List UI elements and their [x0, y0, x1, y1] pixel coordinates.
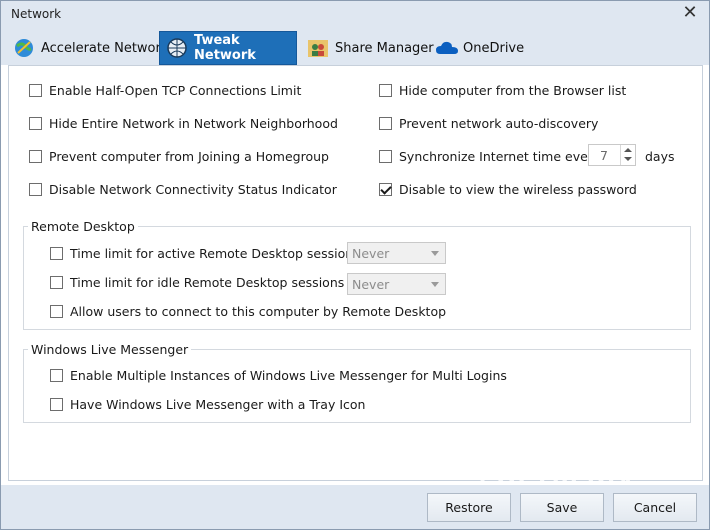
allow-remote-connect-checkbox[interactable] — [50, 305, 63, 318]
network-window: Network ✕ Accelerate Network Tweak Netwo… — [0, 0, 710, 530]
allow-remote-connect-option[interactable]: Allow users to connect to this computer … — [50, 304, 446, 319]
active-session-limit-select[interactable]: Never — [347, 242, 446, 264]
tab-share-manager[interactable]: Share Manager — [301, 31, 442, 65]
prevent-discovery-option[interactable]: Prevent network auto-discovery — [379, 116, 598, 131]
tab-accelerate-network[interactable]: Accelerate Network — [7, 31, 176, 65]
sync-days-stepper[interactable]: 7 — [588, 144, 636, 166]
tray-icon-checkbox[interactable] — [50, 398, 63, 411]
option-label: Time limit for active Remote Desktop ses… — [70, 246, 360, 261]
option-label: Hide Entire Network in Network Neighborh… — [49, 116, 338, 131]
remote-desktop-group: Remote Desktop Time limit for active Rem… — [23, 219, 691, 330]
active-session-limit-checkbox[interactable] — [50, 247, 63, 260]
idle-session-limit-select[interactable]: Never — [347, 273, 446, 295]
sync-time-option[interactable]: Synchronize Internet time every — [379, 149, 600, 164]
stepper-down-icon[interactable] — [624, 157, 632, 161]
select-value: Never — [352, 277, 390, 292]
hide-browser-option[interactable]: Hide computer from the Browser list — [379, 83, 626, 98]
restore-button[interactable]: Restore — [427, 493, 511, 522]
tab-label: Share Manager — [335, 40, 434, 56]
disable-wireless-password-option[interactable]: Disable to view the wireless password — [379, 182, 637, 197]
option-label: Synchronize Internet time every — [399, 149, 601, 164]
option-label: Prevent computer from Joining a Homegrou… — [49, 149, 329, 164]
stepper-buttons[interactable] — [620, 145, 635, 165]
multi-instances-checkbox[interactable] — [50, 369, 63, 382]
group-title: Remote Desktop — [28, 219, 138, 234]
disable-ncsi-checkbox[interactable] — [29, 183, 42, 196]
chevron-down-icon — [431, 251, 439, 256]
hide-entire-network-option[interactable]: Hide Entire Network in Network Neighborh… — [29, 116, 338, 131]
tweak-network-panel: Enable Half-Open TCP Connections Limit H… — [8, 65, 703, 481]
sync-days-unit: days — [645, 149, 675, 164]
option-label: Disable to view the wireless password — [399, 182, 637, 197]
option-label: Prevent network auto-discovery — [399, 116, 599, 131]
disable-wireless-password-checkbox[interactable] — [379, 183, 392, 196]
group-title: Windows Live Messenger — [28, 342, 192, 357]
cancel-button[interactable]: Cancel — [613, 493, 697, 522]
option-label: Disable Network Connectivity Status Indi… — [49, 182, 337, 197]
prevent-discovery-checkbox[interactable] — [379, 117, 392, 130]
sync-time-checkbox[interactable] — [379, 150, 392, 163]
tab-label: Tweak Network — [194, 33, 256, 63]
half-open-checkbox[interactable] — [29, 84, 42, 97]
multi-instances-option[interactable]: Enable Multiple Instances of Windows Liv… — [50, 368, 507, 383]
network-globe-icon — [166, 37, 188, 59]
tab-bar: Accelerate Network Tweak Network Share M… — [1, 27, 709, 65]
hide-browser-checkbox[interactable] — [379, 84, 392, 97]
tab-onedrive[interactable]: OneDrive — [429, 31, 532, 65]
users-icon — [307, 37, 329, 59]
tab-tweak-network[interactable]: Tweak Network — [159, 31, 297, 65]
window-title: Network — [11, 7, 62, 21]
messenger-group: Windows Live Messenger Enable Multiple I… — [23, 342, 691, 423]
footer-bar: Restore Save Cancel — [1, 485, 709, 529]
option-label: Enable Half-Open TCP Connections Limit — [49, 83, 302, 98]
title-bar: Network ✕ — [1, 1, 709, 27]
option-label: Allow users to connect to this computer … — [70, 304, 447, 319]
option-label: Have Windows Live Messenger with a Tray … — [70, 397, 366, 412]
option-label: Hide computer from the Browser list — [399, 83, 627, 98]
close-icon[interactable]: ✕ — [679, 3, 701, 25]
active-session-limit-option[interactable]: Time limit for active Remote Desktop ses… — [50, 246, 360, 261]
sync-days-value: 7 — [600, 148, 608, 163]
prevent-homegroup-option[interactable]: Prevent computer from Joining a Homegrou… — [29, 149, 329, 164]
tray-icon-option[interactable]: Have Windows Live Messenger with a Tray … — [50, 397, 365, 412]
half-open-option[interactable]: Enable Half-Open TCP Connections Limit — [29, 83, 301, 98]
stepper-up-icon[interactable] — [624, 148, 632, 152]
option-label: Time limit for idle Remote Desktop sessi… — [70, 275, 345, 290]
idle-session-limit-checkbox[interactable] — [50, 276, 63, 289]
tab-label: Accelerate Network — [41, 40, 169, 56]
idle-session-limit-option[interactable]: Time limit for idle Remote Desktop sessi… — [50, 275, 344, 290]
globe-icon — [13, 37, 35, 59]
chevron-down-icon — [431, 282, 439, 287]
tab-label: OneDrive — [463, 40, 525, 56]
hide-entire-network-checkbox[interactable] — [29, 117, 42, 130]
prevent-homegroup-checkbox[interactable] — [29, 150, 42, 163]
option-label: Enable Multiple Instances of Windows Liv… — [70, 368, 507, 383]
select-value: Never — [352, 246, 390, 261]
save-button[interactable]: Save — [520, 493, 604, 522]
cloud-icon — [435, 37, 458, 59]
disable-ncsi-option[interactable]: Disable Network Connectivity Status Indi… — [29, 182, 337, 197]
